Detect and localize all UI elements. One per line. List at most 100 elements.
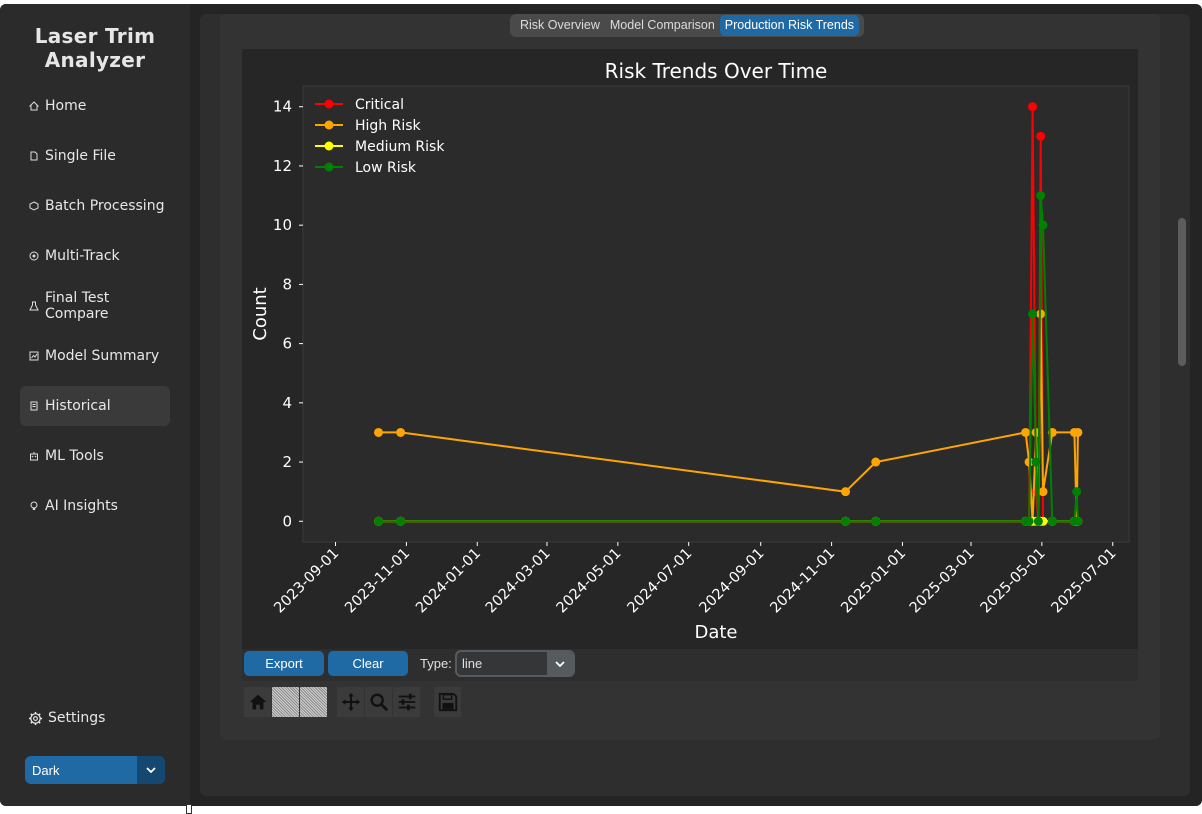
package-icon — [29, 201, 39, 211]
legend-label: Medium Risk — [355, 139, 445, 155]
toolbar-configure-button[interactable] — [393, 687, 420, 717]
toolbar-zoom-button[interactable] — [365, 687, 392, 717]
legend-label: Critical — [355, 97, 404, 113]
x-tick-label: 2025-03-01 — [907, 546, 978, 617]
data-point-high-risk — [1038, 487, 1048, 497]
data-point-high-risk — [871, 457, 881, 467]
y-tick-label: 2 — [282, 453, 292, 471]
y-tick-label: 0 — [282, 512, 292, 530]
data-point-low-risk — [1033, 516, 1043, 526]
sidebar-item-ai-insights[interactable]: AI Insights — [20, 486, 170, 526]
bulb-icon — [29, 501, 39, 511]
y-axis-label: Count — [250, 287, 271, 340]
data-point-high-risk — [1073, 427, 1083, 437]
data-point-low-risk — [1072, 487, 1082, 497]
data-point-critical — [1036, 131, 1046, 141]
legend-label: High Risk — [355, 118, 422, 134]
settings-button[interactable]: Settings — [28, 710, 105, 726]
zoom-icon — [369, 693, 388, 712]
tab-bar: Risk Overview Model Comparison Production … — [510, 14, 865, 37]
scroll-icon — [29, 401, 39, 411]
legend-label: Low Risk — [355, 160, 417, 176]
chevron-down-icon[interactable] — [547, 652, 573, 675]
chevron-down-icon[interactable] — [137, 756, 165, 784]
data-point-low-risk — [871, 516, 881, 526]
type-label: Type: — [420, 656, 452, 671]
app-window: Laser Trim Analyzer Home Single File Batch… — [0, 4, 1202, 806]
sidebar-item-model-summary[interactable]: Model Summary — [20, 336, 170, 376]
home-icon — [249, 694, 266, 710]
chart-type-value: line — [462, 656, 483, 671]
home-icon — [29, 101, 39, 111]
sidebar-item-single-file[interactable]: Single File — [20, 136, 170, 176]
x-tick-label: 2024-09-01 — [697, 546, 768, 617]
data-point-low-risk — [1031, 457, 1041, 467]
export-button[interactable]: Export — [244, 651, 324, 676]
toolbar-back-button[interactable] — [272, 687, 299, 717]
theme-selected-value: Dark — [32, 762, 60, 778]
sidebar-item-label: Home — [45, 98, 87, 114]
data-point-low-risk — [1038, 220, 1048, 230]
sidebar-item-final-test-compare[interactable]: Final Test Compare — [20, 286, 170, 326]
data-point-high-risk — [374, 427, 384, 437]
data-point-critical — [1028, 102, 1038, 112]
data-point-low-risk — [841, 516, 851, 526]
sidebar-item-label: AI Insights — [45, 498, 118, 514]
sidebar-item-label: ML Tools — [45, 448, 104, 464]
legend-marker — [324, 141, 334, 151]
sidebar: Laser Trim Analyzer Home Single File Batch… — [0, 4, 190, 806]
tab-risk-overview[interactable]: Risk Overview — [515, 15, 605, 36]
toolbar-home-button[interactable] — [244, 687, 271, 717]
x-tick-label: 2024-05-01 — [554, 546, 625, 617]
clear-button[interactable]: Clear — [328, 651, 408, 676]
sidebar-item-label: Batch Processing — [45, 198, 165, 214]
data-point-low-risk — [1073, 516, 1083, 526]
sidebar-item-multi-track[interactable]: Multi-Track — [20, 236, 170, 276]
tab-model-comparison[interactable]: Model Comparison — [605, 15, 720, 36]
x-tick-label: 2024-03-01 — [483, 546, 554, 617]
x-tick-label: 2024-01-01 — [413, 546, 484, 617]
chart-controls: Export Clear Type: line — [242, 649, 1138, 681]
y-tick-label: 8 — [282, 275, 292, 293]
y-tick-label: 14 — [273, 98, 292, 116]
scrollbar-thumb[interactable] — [1178, 218, 1186, 366]
x-tick-label: 2023-11-01 — [342, 546, 413, 617]
chart-type-dropdown[interactable]: line — [455, 650, 575, 677]
legend-marker — [324, 162, 334, 172]
sidebar-item-batch-processing[interactable]: Batch Processing — [20, 186, 170, 226]
robot-icon — [29, 451, 39, 461]
flask-icon — [29, 301, 39, 311]
chart-icon — [29, 351, 39, 361]
file-icon — [29, 151, 39, 161]
data-point-high-risk — [396, 427, 406, 437]
x-tick-label: 2024-11-01 — [768, 546, 839, 617]
configure-icon — [398, 693, 415, 711]
sidebar-item-home[interactable]: Home — [20, 86, 170, 126]
sidebar-item-label: Multi-Track — [45, 248, 120, 264]
y-tick-label: 10 — [273, 216, 292, 234]
toolbar-pan-button[interactable] — [337, 687, 364, 717]
data-point-high-risk — [841, 487, 851, 497]
settings-label: Settings — [48, 710, 106, 726]
data-point-high-risk — [1021, 427, 1031, 437]
tab-production-risk-trends[interactable]: Production Risk Trends — [719, 15, 860, 36]
y-tick-label: 6 — [282, 335, 292, 353]
y-tick-label: 12 — [273, 157, 292, 175]
x-tick-label: 2024-07-01 — [625, 546, 696, 617]
x-tick-label: 2025-07-01 — [1049, 546, 1120, 617]
data-point-low-risk — [396, 516, 406, 526]
sidebar-item-ml-tools[interactable]: ML Tools — [20, 436, 170, 476]
x-tick-label: 2025-05-01 — [978, 546, 1049, 617]
x-axis-label: Date — [694, 622, 737, 643]
chart-title: Risk Trends Over Time — [605, 59, 828, 83]
data-point-low-risk — [1047, 516, 1057, 526]
toolbar-forward-button[interactable] — [300, 687, 327, 717]
resize-grip — [186, 804, 192, 814]
app-title: Laser Trim Analyzer — [0, 24, 190, 72]
toolbar-save-button[interactable] — [434, 687, 461, 717]
risk-trends-chart: Risk Trends Over Time 0 2 4 6 8 10 12 14 2023-09-… — [250, 59, 1130, 643]
y-tick-label: 4 — [282, 394, 292, 412]
theme-dropdown[interactable]: Dark — [25, 756, 165, 784]
pan-icon — [341, 692, 360, 712]
sidebar-item-historical[interactable]: Historical — [20, 386, 170, 426]
